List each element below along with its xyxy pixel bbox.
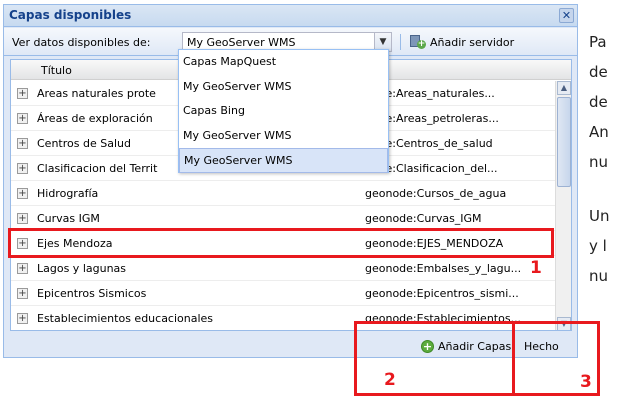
row-name: geonode:Curvas_IGM (365, 212, 482, 225)
dialog-title: Capas disponibles (9, 8, 132, 22)
callout-box-1 (8, 228, 554, 258)
expand-icon[interactable]: + (17, 263, 28, 274)
add-server-label: Añadir servidor (430, 35, 515, 49)
close-icon[interactable]: ✕ (559, 8, 574, 23)
side-text-line: nu (589, 153, 609, 171)
column-header-title[interactable]: Título (41, 64, 72, 77)
callout-number-1: 1 (530, 258, 542, 278)
row-title: Centros de Salud (37, 137, 131, 150)
dropdown-option[interactable]: Capas MapQuest (179, 50, 388, 75)
row-title: Epicentros Sismicos (37, 287, 147, 300)
scroll-up-icon[interactable]: ▲ (557, 81, 571, 95)
expand-icon[interactable]: + (17, 113, 28, 124)
row-name: eode:Centros_de_salud (365, 137, 493, 150)
callout-number-2: 2 (384, 370, 396, 390)
add-server-button[interactable]: + Añadir servidor (406, 32, 518, 52)
side-text-line: nu (589, 267, 609, 285)
expand-icon[interactable]: + (17, 138, 28, 149)
row-name: geonode:Embalses_y_lagu... (365, 262, 522, 275)
source-dropdown-list: Capas MapQuest My GeoServer WMS Capas Bi… (178, 49, 389, 173)
expand-icon[interactable]: + (17, 188, 28, 199)
dialog-title-bar[interactable]: Capas disponibles ✕ (4, 5, 577, 27)
callout-box-2 (354, 321, 515, 396)
side-text-line: Pa (589, 33, 607, 51)
expand-icon[interactable]: + (17, 163, 28, 174)
row-title: Hidrografía (37, 187, 99, 200)
side-text-line: An (589, 123, 609, 141)
side-text-line: Un (589, 207, 610, 225)
row-name: geonode:Cursos_de_agua (365, 187, 507, 200)
dropdown-option[interactable]: Capas Bing (179, 99, 388, 124)
expand-icon[interactable]: + (17, 213, 28, 224)
row-name: eode:Areas_petroleras... (365, 112, 499, 125)
side-text-line: y l (589, 237, 607, 255)
row-name: eode:Clasificacion_del... (365, 162, 498, 175)
expand-icon[interactable]: + (17, 288, 28, 299)
table-row[interactable]: + Lagos y lagunas geonode:Embalses_y_lagu.… (11, 256, 555, 281)
callout-number-3: 3 (580, 372, 592, 392)
table-row[interactable]: + Epicentros Sismicos geonode:Epicentros_s… (11, 281, 555, 306)
side-text-line: de (589, 93, 608, 111)
table-row[interactable]: + Hidrografía geonode:Cursos_de_agua (11, 181, 555, 206)
server-add-icon: + (410, 35, 426, 49)
source-combo-value[interactable]: My GeoServer WMS (187, 36, 295, 49)
row-title: Areas naturales prote (37, 87, 156, 100)
dropdown-option[interactable]: My GeoServer WMS (179, 75, 388, 100)
expand-icon[interactable]: + (17, 88, 28, 99)
row-title: Áreas de exploración (37, 112, 153, 125)
row-title: Establecimientos educacionales (37, 312, 214, 325)
row-title: Lagos y lagunas (37, 262, 127, 275)
row-name: eode:Areas_naturales... (365, 87, 495, 100)
expand-icon[interactable]: + (17, 313, 28, 324)
row-title: Clasificacion del Territ (37, 162, 158, 175)
row-name: geonode:Epicentros_sismi... (365, 287, 519, 300)
row-title: Curvas IGM (37, 212, 100, 225)
scroll-thumb[interactable] (557, 97, 571, 187)
grid-scrollbar[interactable]: ▲ ▼ (555, 81, 571, 330)
side-text-line: de (589, 63, 608, 81)
source-label: Ver datos disponibles de: (12, 36, 151, 49)
dropdown-option[interactable]: My GeoServer WMS (179, 124, 388, 149)
dropdown-option-selected[interactable]: My GeoServer WMS (179, 148, 388, 173)
toolbar-separator (400, 34, 401, 50)
